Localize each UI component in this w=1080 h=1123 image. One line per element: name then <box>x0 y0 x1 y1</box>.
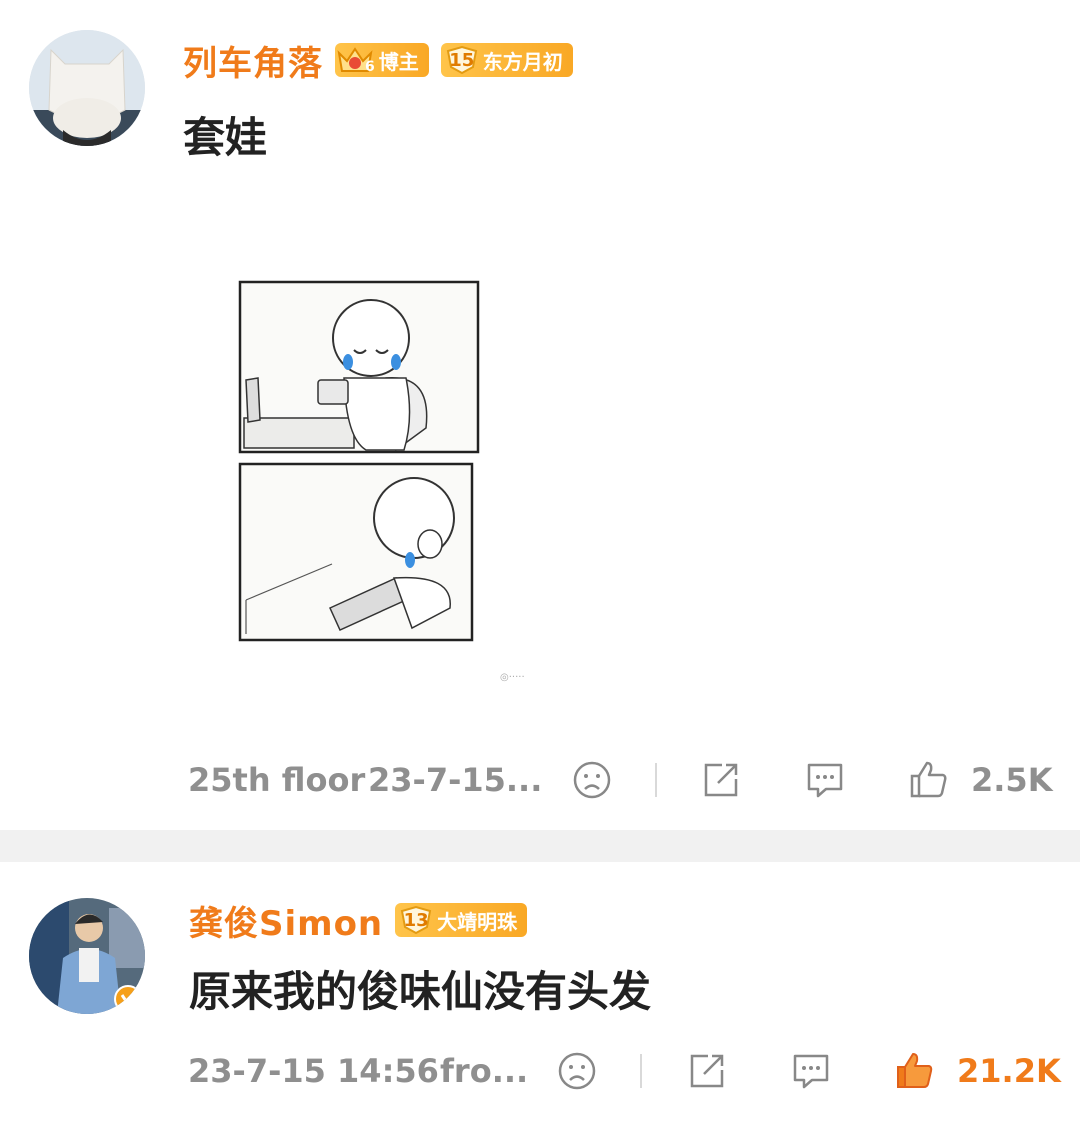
fan-badge-label: 东方月初 <box>482 49 563 74</box>
blogger-badge[interactable]: 6 博主 <box>335 43 429 77</box>
blogger-badge-level: 6 <box>365 59 375 75</box>
action-bar: 25th floor 23-7-15... 2.5K <box>0 755 1080 805</box>
comment-card: 列车角落 6 博主 15 东方月初 套娃 ◎····· 25th floor 2… <box>0 0 1080 830</box>
separator <box>640 1054 642 1088</box>
fan-level-icon: 13 <box>399 905 433 935</box>
sad-face-icon[interactable] <box>556 1050 598 1092</box>
blogger-badge-label: 博主 <box>378 49 419 74</box>
share-icon[interactable] <box>686 1050 728 1092</box>
fan-badge[interactable]: 13 大靖明珠 <box>395 903 528 937</box>
action-bar: 23-7-15 14:56 fro... 21.2K <box>0 1046 1080 1096</box>
like-count: 2.5K <box>971 761 1053 799</box>
timestamp: 23-7-15 14:56 <box>188 1052 439 1090</box>
sad-face-icon[interactable] <box>571 759 613 801</box>
comment-icon[interactable] <box>790 1050 832 1092</box>
like-count: 21.2K <box>957 1052 1061 1090</box>
name-row: 列车角落 6 博主 15 东方月初 <box>183 36 573 85</box>
comment-text: 套娃 <box>183 113 268 162</box>
like-icon[interactable] <box>894 1050 936 1092</box>
verified-icon <box>114 985 142 1013</box>
timestamp: 23-7-15... <box>368 761 543 799</box>
separator <box>655 763 657 797</box>
avatar[interactable] <box>29 30 145 146</box>
avatar-image <box>29 30 145 146</box>
floor-label: 25th floor <box>188 761 366 799</box>
comic-image[interactable] <box>236 278 482 644</box>
comment-text: 原来我的俊味仙没有头发 <box>189 967 652 1016</box>
fan-badge[interactable]: 15 东方月初 <box>440 43 573 77</box>
fan-level-icon: 15 <box>445 45 479 75</box>
image-watermark: ◎····· <box>500 672 525 683</box>
avatar[interactable] <box>29 898 145 1014</box>
source-label: fro... <box>440 1052 529 1090</box>
comment-icon[interactable] <box>804 759 846 801</box>
fan-level: 15 <box>449 49 475 71</box>
username[interactable]: 龚俊Simon <box>189 896 383 945</box>
fan-level: 13 <box>403 909 429 931</box>
name-row: 龚俊Simon 13 大靖明珠 <box>189 896 528 945</box>
share-icon[interactable] <box>700 759 742 801</box>
username[interactable]: 列车角落 <box>183 36 323 85</box>
comment-card: 龚俊Simon 13 大靖明珠 原来我的俊味仙没有头发 23-7-15 14:5… <box>0 862 1080 1123</box>
section-divider <box>0 830 1080 862</box>
fan-badge-label: 大靖明珠 <box>437 909 518 934</box>
like-icon[interactable] <box>908 759 950 801</box>
